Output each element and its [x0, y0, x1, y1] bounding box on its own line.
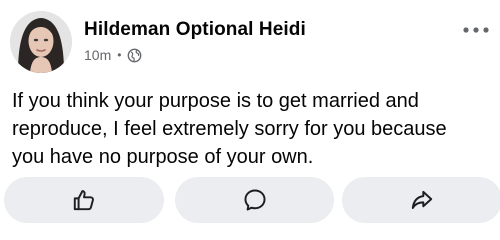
post-text-line: If you think your purpose is to get marr…	[12, 90, 419, 112]
post-text: If you think your purpose is to get marr…	[12, 87, 492, 171]
post-text-line: you have no purpose of your own.	[12, 146, 314, 168]
share-arrow-icon	[411, 190, 433, 209]
globe-icon[interactable]	[127, 48, 142, 63]
post-card: Hildeman Optional Heidi 10m • If you thi…	[0, 0, 500, 240]
post-actions	[4, 177, 500, 223]
more-options-button[interactable]	[458, 20, 494, 40]
share-button[interactable]	[342, 177, 500, 223]
avatar[interactable]	[10, 11, 72, 73]
like-button[interactable]	[4, 177, 164, 223]
thumbs-up-icon	[73, 190, 94, 211]
post-meta: 10m •	[84, 47, 142, 63]
post-text-line: reproduce, I feel extremely sorry for yo…	[12, 118, 447, 140]
avatar-photo	[10, 11, 72, 73]
post-timestamp[interactable]: 10m	[84, 47, 111, 63]
comment-bubble-icon	[243, 189, 266, 211]
more-horizontal-icon	[463, 27, 489, 33]
meta-separator: •	[117, 48, 122, 62]
author-name[interactable]: Hildeman Optional Heidi	[84, 19, 306, 41]
comment-button[interactable]	[175, 177, 334, 223]
